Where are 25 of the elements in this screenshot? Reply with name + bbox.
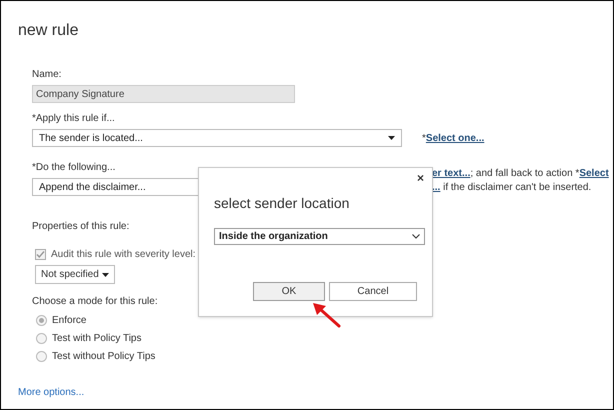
severity-select[interactable]: Not specified: [35, 265, 115, 284]
select-one-link[interactable]: Select one...: [426, 132, 484, 144]
select-action-link[interactable]: Select: [579, 168, 609, 179]
dialog-button[interactable]: OK: [253, 282, 325, 301]
section-label: Choose a mode for this rule:: [32, 296, 159, 308]
field-label: *Do the following...: [32, 162, 116, 174]
field-label: Name:: [32, 69, 62, 81]
dialog-button[interactable]: Cancel: [329, 282, 417, 301]
close-button[interactable]: ×: [416, 171, 424, 185]
window-title: new rule: [18, 21, 80, 41]
caret-icon: [102, 272, 109, 276]
radio-label: Test with Policy Tips: [52, 332, 142, 345]
pointer-arrow: [311, 301, 341, 328]
caret-icon: [388, 136, 395, 140]
more-options-link[interactable]: More options...: [18, 385, 84, 400]
radio-label: Enforce: [52, 314, 86, 327]
location-select[interactable]: Inside the organization: [214, 228, 425, 245]
field-label: *Apply this rule if...: [32, 113, 116, 125]
checkbox-label: Audit this rule with severity level:: [51, 248, 196, 262]
chevron-down-icon: [412, 234, 420, 239]
condition-select[interactable]: The sender is located...: [32, 129, 402, 147]
radio-label: Test without Policy Tips: [52, 350, 156, 363]
condition-hint: *Select one...: [422, 132, 484, 146]
dialog-title: select sender location: [214, 194, 350, 212]
section-label: Properties of this rule:: [32, 221, 130, 233]
